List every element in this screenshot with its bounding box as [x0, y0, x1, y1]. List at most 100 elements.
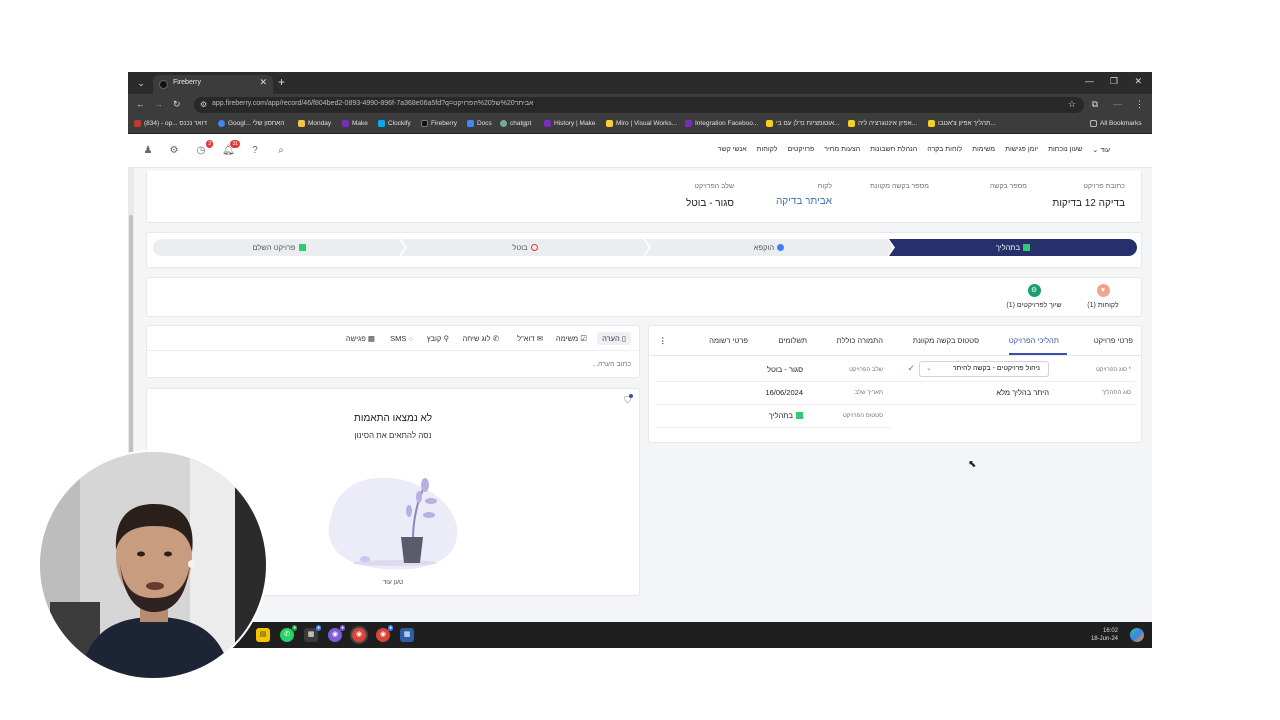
chrome-icon[interactable]: ◉ [352, 628, 366, 642]
stage-date-value[interactable]: 16/06/2024 [765, 388, 803, 397]
bookmark-item[interactable]: אוטומציות נדלן עם בי... [766, 120, 839, 127]
tab-meeting[interactable]: ▦ פגישה [346, 334, 375, 343]
stage-value[interactable]: סגור - בוטל [767, 365, 803, 374]
nav-projects[interactable]: פרויקטים [787, 146, 814, 154]
customer-link[interactable]: אביתר בדיקה [776, 196, 832, 207]
bookmark-item[interactable]: אפיון אינטגרציה ליה... [848, 120, 917, 127]
clock-icon[interactable]: ◷ 3 [195, 140, 213, 157]
checkmark-icon[interactable]: ✓ [907, 363, 915, 374]
forward-icon[interactable]: → [154, 99, 163, 109]
tab-sms[interactable]: ◌ SMS [390, 334, 413, 343]
bookmark-item[interactable]: תהליך אפיון צ'אטבו... [928, 120, 996, 127]
nav-contacts[interactable]: אנשי קשר [718, 146, 747, 154]
bookmark-item[interactable]: Clockify [378, 120, 411, 127]
note-input[interactable] [155, 356, 631, 372]
chatgpt-icon [500, 120, 507, 127]
nav-meetings[interactable]: יומן פגישות [1005, 146, 1038, 154]
taskbar-badge: ● [340, 625, 345, 631]
tab-record-details[interactable]: פרטי רשומה [709, 336, 748, 345]
chrome-profile-icon[interactable]: ◉ ● [328, 625, 345, 642]
all-bookmarks[interactable]: All Bookmarks [1090, 120, 1142, 127]
project-type-select[interactable]: ניהול פרויקטים - בקשה להיתר ⌄ [919, 361, 1049, 377]
related-project-assignments[interactable]: ⚙ שיוך לפרויקטים (1) [1002, 284, 1066, 309]
stage-cancelled[interactable]: בוטל [401, 239, 649, 256]
close-tab-icon[interactable]: ✕ [259, 77, 267, 88]
nav-customers[interactable]: לקוחות [757, 146, 778, 154]
bookmark-item[interactable]: Miro | Visual Works... [606, 120, 677, 127]
search-icon[interactable]: ⌕ [275, 145, 287, 157]
project-type-value: ניהול פרויקטים - בקשה להיתר [952, 365, 1040, 372]
help-icon[interactable]: ? [249, 145, 261, 157]
nav-more[interactable]: עוד ⌄ [1092, 146, 1110, 154]
status-value[interactable]: בתהליך [769, 411, 803, 420]
whatsapp-icon[interactable]: ✆ ● [280, 625, 297, 642]
tab-task[interactable]: ☑ משימה [556, 334, 587, 343]
sticky-notes-icon[interactable]: ▤ [256, 628, 270, 642]
restore-icon[interactable]: ❐ [1110, 76, 1118, 87]
calculator-icon[interactable]: ▦ [400, 628, 414, 642]
nav-attendance[interactable]: שעון נוכחות [1048, 146, 1082, 154]
new-tab-icon[interactable]: + [278, 75, 285, 89]
projects-icon: ⚙ [1027, 284, 1041, 297]
gear-icon[interactable]: ⚙ [168, 145, 180, 157]
extensions-icon[interactable]: ⧉ [1092, 99, 1098, 110]
stage-in-progress[interactable]: בתהליך [889, 239, 1137, 256]
address-bar[interactable]: ⚙ app.fireberry.com/app/record/46/f804be… [194, 97, 1084, 113]
bookmark-item[interactable]: Fireberry [421, 120, 457, 127]
tab-email[interactable]: ✉ דוא"ל [517, 334, 543, 343]
bookmark-item[interactable]: Make [342, 120, 368, 127]
nav-quotes[interactable]: הצעות מחיר [824, 146, 860, 154]
tab-total-consideration[interactable]: התמורה כוללת [837, 336, 883, 345]
menu-icon[interactable]: ⋮ [1135, 99, 1144, 110]
taskbar-clock[interactable]: 16:02 18-Jun-24 [1091, 627, 1118, 643]
tab-online-request-status[interactable]: סטטוס בקשה מקוונת [913, 336, 979, 345]
tab-project-processes[interactable]: תהליכי הפרויקט [1009, 336, 1059, 345]
tab-file[interactable]: ⚲ קובץ [427, 334, 449, 343]
filter-icon[interactable]: ⛉ [624, 394, 633, 406]
chrome-icon[interactable]: ◉ ● [376, 625, 393, 642]
mouse-cursor-icon: ⬉ [968, 459, 977, 470]
profile-icon[interactable]: — [1113, 99, 1122, 109]
bookmark-item[interactable]: Googl... האחסון שלי [218, 120, 284, 127]
field-label: כתובת פרויקט [1083, 183, 1125, 190]
project-stage-value[interactable]: סגור - בוטל [686, 198, 734, 209]
docs-icon [467, 120, 474, 127]
bell-icon[interactable]: 🔔︎ 31 [222, 140, 240, 157]
tab-note[interactable]: ▯ הערה [597, 332, 631, 345]
browser-tab[interactable]: Fireberry ✕ [153, 75, 273, 94]
user-icon[interactable]: ♟ [142, 145, 154, 157]
divider [655, 427, 891, 428]
bookmark-item[interactable]: chatgpt [500, 120, 531, 127]
tab-call-log[interactable]: ✆ לוג שיחה [462, 334, 499, 343]
site-info-icon[interactable]: ⚙ [200, 100, 207, 109]
bookmark-item[interactable]: Integration Faceboo... [685, 120, 758, 127]
app-header: ♟ ⚙ ◷ 3 🔔︎ 31 ? ⌕ אנשי קשר לקוחות פרויקטים… [128, 134, 1152, 168]
taskbar-date: 18-Jun-24 [1090, 636, 1118, 642]
copilot-icon[interactable] [1130, 628, 1144, 642]
close-window-icon[interactable]: ✕ [1134, 76, 1142, 87]
calendar-icon[interactable]: ▦ ● [304, 625, 321, 642]
tab-project-details[interactable]: פרטי פרויקט [1094, 336, 1133, 345]
back-icon[interactable]: ← [136, 99, 145, 109]
process-type-value[interactable]: היתר בהליך מלא [996, 388, 1049, 397]
bookmark-star-icon[interactable]: ☆ [1068, 99, 1076, 110]
stage-completed[interactable]: פרויקט השלם [153, 239, 405, 256]
screen: ⌄ Fireberry ✕ + — ❐ ✕ ← → ↻ ⚙ app.firebe… [128, 72, 1152, 648]
minimize-icon[interactable]: — [1085, 76, 1094, 86]
nav-more-label: עוד [1100, 147, 1110, 154]
bookmark-item[interactable]: (834) - op... דואר נכנס [134, 120, 207, 127]
related-customers[interactable]: ♥ לקוחות (1) [1083, 284, 1123, 309]
nav-accounting[interactable]: הנהלת חשבונות [870, 146, 917, 154]
stage-frozen[interactable]: הוקפא [645, 239, 893, 256]
nav-tasks[interactable]: משימות [972, 146, 995, 154]
reload-icon[interactable]: ↻ [173, 99, 181, 110]
tab-payments[interactable]: תשלומים [779, 336, 807, 345]
bookmark-item[interactable]: Docs [467, 120, 492, 127]
nav-dashboards[interactable]: לוחות בקרה [927, 146, 962, 154]
tab-search-icon[interactable]: ⌄ [134, 76, 148, 90]
more-options-icon[interactable]: ⋮ [659, 336, 667, 345]
bookmark-item[interactable]: History | Make [544, 120, 595, 127]
mail-icon: ✉ [536, 334, 543, 343]
bookmark-item[interactable]: Monday [298, 120, 331, 127]
project-address-value[interactable]: בדיקה 12 בדיקות [1052, 198, 1125, 209]
